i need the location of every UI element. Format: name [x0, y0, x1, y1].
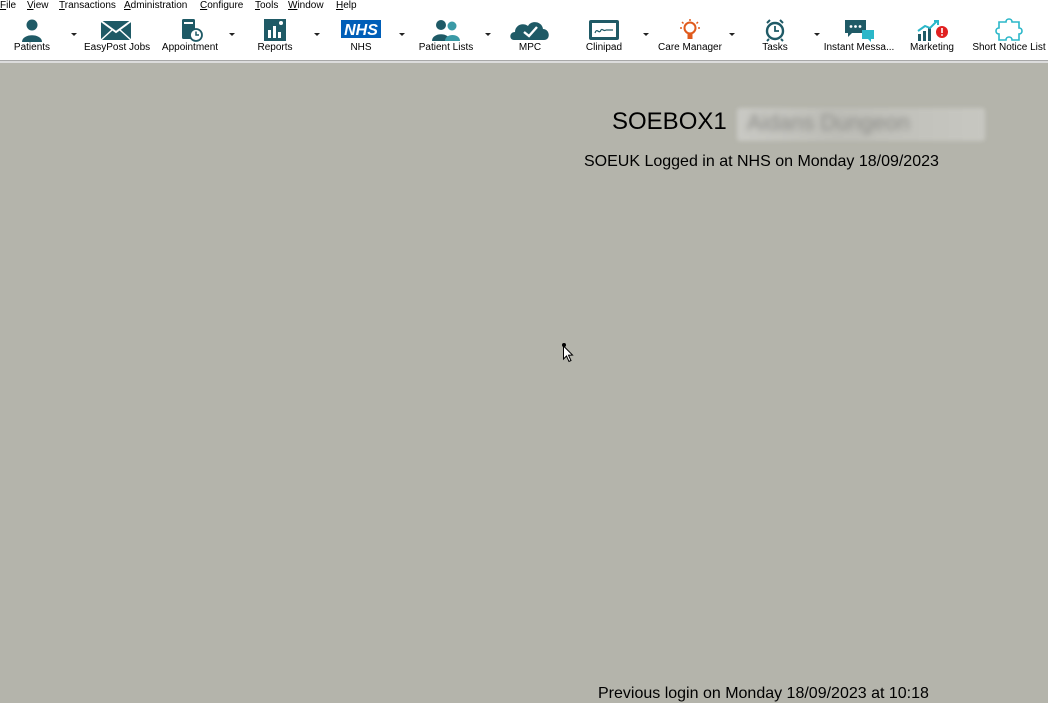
- instant-messages-button[interactable]: Instant Messa...: [822, 13, 896, 60]
- mpc-button[interactable]: MPC: [505, 13, 555, 60]
- reports-button[interactable]: Reports: [250, 13, 300, 60]
- menu-configure[interactable]: Configure: [200, 0, 243, 12]
- patients-dropdown[interactable]: [69, 27, 79, 43]
- person-icon: [22, 19, 42, 42]
- patient-lists-dropdown[interactable]: [483, 27, 493, 43]
- nhs-button[interactable]: NHS NHS: [336, 13, 386, 60]
- menu-bar: File View Transactions Administration Co…: [0, 0, 1048, 13]
- tasks-dropdown[interactable]: [812, 27, 822, 43]
- chevron-down-icon: [71, 33, 77, 36]
- appointment-book-icon: [182, 19, 203, 42]
- redacted-practice-name: Aidans Dungeon: [737, 108, 985, 141]
- bar-chart-icon: [264, 19, 286, 41]
- nhs-logo-icon: NHS: [341, 20, 381, 39]
- short-notice-list-button[interactable]: Short Notice List: [970, 13, 1048, 60]
- menu-tools[interactable]: Tools: [255, 0, 278, 12]
- clinipad-dropdown[interactable]: [641, 27, 651, 43]
- menu-administration[interactable]: Administration: [124, 0, 187, 12]
- chevron-down-icon: [814, 33, 820, 36]
- nhs-dropdown[interactable]: [397, 27, 407, 43]
- chevron-down-icon: [729, 33, 735, 36]
- previous-login: Previous login on Monday 18/09/2023 at 1…: [598, 685, 929, 702]
- menu-file[interactable]: File: [0, 0, 16, 12]
- reports-dropdown[interactable]: [312, 27, 322, 43]
- puzzle-piece-icon: [995, 18, 1023, 41]
- menu-window[interactable]: Window: [288, 0, 324, 12]
- care-manager-dropdown[interactable]: [727, 27, 737, 43]
- patients-button[interactable]: Patients: [4, 13, 60, 60]
- chat-bubbles-icon: [845, 20, 874, 42]
- chevron-down-icon: [485, 33, 491, 36]
- appointment-dropdown[interactable]: [227, 27, 237, 43]
- cloud-check-icon: [510, 22, 549, 40]
- login-status: SOEUK Logged in at NHS on Monday 18/09/2…: [584, 153, 939, 170]
- envelope-icon: [100, 20, 132, 41]
- easypost-jobs-button[interactable]: EasyPost Jobs: [84, 13, 150, 60]
- clinipad-button[interactable]: Clinipad: [579, 13, 629, 60]
- chevron-down-icon: [643, 33, 649, 36]
- mouse-cursor-icon: [562, 343, 574, 363]
- lightbulb-icon: [680, 19, 700, 39]
- chevron-down-icon: [314, 33, 320, 36]
- chevron-down-icon: [399, 33, 405, 36]
- appointment-button[interactable]: Appointment: [158, 13, 222, 60]
- growth-chart-alert-icon: [917, 20, 948, 41]
- main-toolbar: Patients EasyPost Jobs Appointment Repor…: [0, 13, 1048, 63]
- care-manager-button[interactable]: Care Manager: [655, 13, 725, 60]
- menu-transactions[interactable]: Transactions: [59, 0, 116, 12]
- tasks-button[interactable]: Tasks: [752, 13, 798, 60]
- marketing-button[interactable]: Marketing: [906, 13, 958, 60]
- menu-view[interactable]: View: [27, 0, 49, 12]
- chevron-down-icon: [229, 33, 235, 36]
- alarm-clock-icon: [765, 19, 785, 42]
- computer-name: SOEBOX1: [612, 108, 727, 135]
- tablet-signature-icon: [589, 20, 619, 40]
- menu-help[interactable]: Help: [336, 0, 357, 12]
- patient-lists-button[interactable]: Patient Lists: [414, 13, 478, 60]
- people-icon: [432, 20, 460, 41]
- svg-text:NHS: NHS: [344, 22, 378, 39]
